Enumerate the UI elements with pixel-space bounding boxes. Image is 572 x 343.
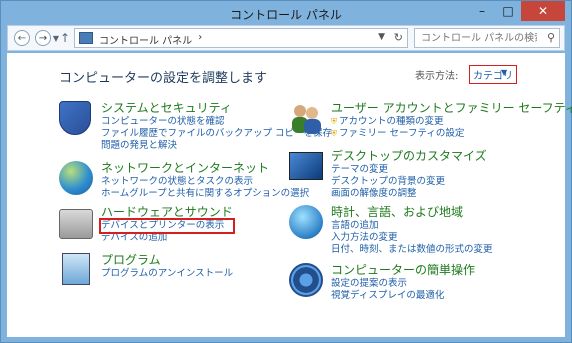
category-title[interactable]: ネットワークとインターネット xyxy=(101,161,309,176)
users-icon[interactable] xyxy=(289,101,323,135)
accessibility-icon[interactable] xyxy=(289,263,323,297)
link-homegroup-sharing[interactable]: ホームグループと共有に関するオプションの選択 xyxy=(101,188,309,200)
uac-shield-icon: ⛨ xyxy=(331,117,337,126)
navigation-bar: ← → ▼ ↑ コントロール パネル › ▼ ↻ ⚲ xyxy=(7,25,565,51)
category-title[interactable]: ユーザー アカウントとファミリー セーフティ xyxy=(331,101,572,116)
window-controls: – □ ✕ xyxy=(469,1,565,21)
link-change-background[interactable]: デスクトップの背景の変更 xyxy=(331,176,487,188)
page-title: コンピューターの設定を調整します xyxy=(59,71,268,86)
link-add-device[interactable]: デバイスの追加 xyxy=(101,232,233,244)
clock-globe-icon[interactable] xyxy=(289,205,323,239)
forward-button[interactable]: → xyxy=(35,30,51,46)
programs-icon[interactable] xyxy=(59,253,93,287)
link-add-language[interactable]: 言語の追加 xyxy=(331,220,493,232)
link-family-safety[interactable]: ⛨ ファミリー セーフティの設定 xyxy=(331,128,572,140)
link-uninstall-program[interactable]: プログラムのアンインストール xyxy=(101,268,233,280)
view-by-dropdown[interactable]: カテゴリ xyxy=(469,65,517,84)
back-button[interactable]: ← xyxy=(14,30,30,46)
link-optimize-display[interactable]: 視覚ディスプレイの最適化 xyxy=(331,290,475,302)
link-change-account-type[interactable]: ⛨ アカウントの種類の変更 xyxy=(331,116,572,128)
link-suggested-settings[interactable]: 設定の提案の表示 xyxy=(331,278,475,290)
search-input[interactable] xyxy=(421,31,537,45)
view-by-dropdown-arrow-icon[interactable]: ▼ xyxy=(501,68,507,77)
link-change-input-method[interactable]: 入力方法の変更 xyxy=(331,232,493,244)
security-shield-icon[interactable] xyxy=(59,101,93,135)
link-adjust-resolution[interactable]: 画面の解像度の調整 xyxy=(331,188,487,200)
network-globe-icon[interactable] xyxy=(59,161,93,195)
category-title[interactable]: デスクトップのカスタマイズ xyxy=(331,149,487,164)
refresh-icon[interactable]: ↻ xyxy=(394,31,403,44)
breadcrumb-item-control-panel[interactable]: コントロール パネル xyxy=(99,32,192,47)
up-arrow-icon[interactable]: ↑ xyxy=(57,30,73,46)
title-bar[interactable]: コントロール パネル – □ ✕ xyxy=(1,1,571,25)
address-dropdown-icon[interactable]: ▼ xyxy=(378,32,385,42)
category-title[interactable]: 時計、言語、および地域 xyxy=(331,205,493,220)
link-network-status[interactable]: ネットワークの状態とタスクの表示 xyxy=(101,176,309,188)
link-devices-printers[interactable]: デバイスとプリンターの表示 xyxy=(99,218,235,234)
link-text[interactable]: アカウントの種類の変更 xyxy=(339,116,444,128)
link-change-date-format[interactable]: 日付、時刻、または数値の形式の変更 xyxy=(331,244,493,256)
main-content: コンピューターの設定を調整します 表示方法: カテゴリ ▼ システムとセキュリテ… xyxy=(7,53,572,337)
printer-icon[interactable] xyxy=(59,205,93,239)
category-title[interactable]: ハードウェアとサウンド xyxy=(101,205,233,220)
control-panel-window: コントロール パネル – □ ✕ ← → ▼ ↑ コントロール パネル › ▼ … xyxy=(0,0,572,343)
category-title[interactable]: コンピューターの簡単操作 xyxy=(331,263,475,278)
address-bar[interactable]: コントロール パネル › ▼ ↻ xyxy=(74,28,408,48)
breadcrumb-separator-icon[interactable]: › xyxy=(198,32,202,47)
desktop-icon[interactable] xyxy=(289,149,323,183)
close-button[interactable]: ✕ xyxy=(521,1,565,21)
maximize-button[interactable]: □ xyxy=(495,1,521,21)
control-panel-icon xyxy=(79,32,93,44)
breadcrumb: コントロール パネル › xyxy=(99,32,202,47)
link-text[interactable]: ファミリー セーフティの設定 xyxy=(339,128,464,140)
search-box[interactable]: ⚲ xyxy=(414,28,560,48)
uac-shield-icon: ⛨ xyxy=(331,129,337,138)
category-title[interactable]: プログラム xyxy=(101,253,233,268)
search-icon[interactable]: ⚲ xyxy=(547,31,555,44)
minimize-button[interactable]: – xyxy=(469,1,495,21)
link-change-theme[interactable]: テーマの変更 xyxy=(331,164,487,176)
view-by-label: 表示方法: xyxy=(415,71,459,82)
